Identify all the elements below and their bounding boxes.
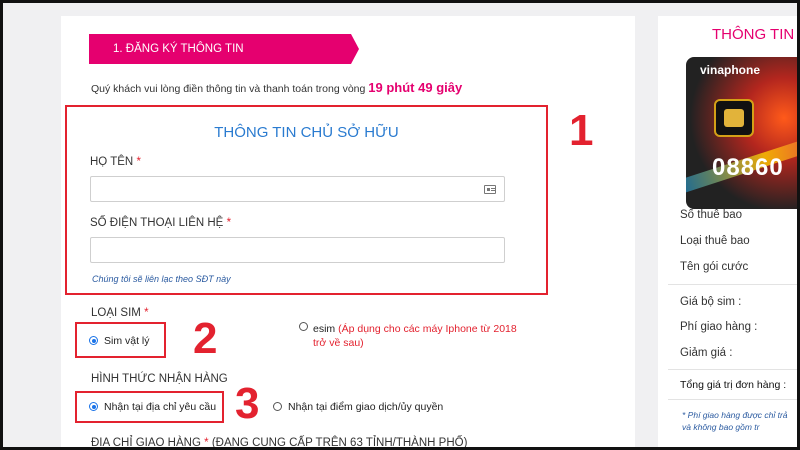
owner-info-highlight: THÔNG TIN CHỦ SỞ HỮU HỌ TÊN * SỐ ĐIỆN TH… [65,105,548,295]
sim-type-label: LOẠI SIM * [91,307,149,319]
option-pickup-point-label[interactable]: Nhận tại điểm giao dịch/ủy quyền [288,401,443,413]
row-subscriber-number: Số thuê bao [680,209,743,221]
screenshot-frame: 1. ĐĂNG KÝ THÔNG TIN Quý khách vui lòng … [0,0,800,450]
step-header: 1. ĐĂNG KÝ THÔNG TIN [89,34,359,64]
row-sim-price: Giá bộ sim : [680,296,742,308]
annotation-number-3: 3 [235,379,260,428]
registration-panel: 1. ĐĂNG KÝ THÔNG TIN Quý khách vui lòng … [61,16,635,449]
order-summary-panel: THÔNG TIN ĐƠ vinaphone 08860 Số thuê bao… [658,16,797,447]
shipping-note-line2: và không bao gồm tr [682,422,760,432]
radio-pickup-point[interactable] [273,402,282,411]
sim-number: 08860 [712,154,784,181]
row-plan-name: Tên gói cước [680,261,749,273]
row-subscriber-type: Loại thuê bao [680,235,750,247]
row-discount: Giảm giá : [680,347,733,359]
name-label: HỌ TÊN * [90,156,141,168]
shipping-note-line1: * Phí giao hàng được chỉ trả [682,410,788,420]
contact-card-icon [484,185,496,194]
annotation-number-2: 2 [193,314,218,363]
divider [668,399,797,400]
option-physical-sim-label[interactable]: Sim vật lý [104,335,150,347]
address-label: ĐỊA CHỈ GIAO HÀNG * (ĐANG CUNG CẤP TRÊN … [91,437,468,449]
name-input[interactable] [90,176,505,202]
notice-text: Quý khách vui lòng điền thông tin và tha… [91,83,366,95]
countdown-timer: 19 phút 49 giây [368,80,463,95]
countdown-notice: Quý khách vui lòng điền thông tin và tha… [91,80,462,95]
order-summary-title: THÔNG TIN ĐƠ [712,26,797,43]
sim-card-image: vinaphone 08860 [686,57,797,209]
option-deliver-address-label[interactable]: Nhận tại địa chỉ yêu cầu [104,401,216,413]
phone-input[interactable] [90,237,505,263]
divider [668,284,797,285]
annotation-number-1: 1 [569,106,594,155]
sim-brand-logo: vinaphone [700,63,761,77]
radio-deliver-address[interactable] [89,402,98,411]
option-esim-note: trở về sau) [313,337,364,349]
row-shipping-fee: Phí giao hàng : [680,321,758,333]
row-order-total: Tổng giá trị đơn hàng : [680,379,787,391]
divider [668,369,797,370]
option-esim[interactable]: esim (Áp dụng cho các máy Iphone từ 2018 [313,323,517,335]
owner-info-title: THÔNG TIN CHỦ SỞ HỮU [214,124,399,141]
phone-hint: Chúng tôi sẽ liên lạc theo SĐT này [92,274,231,284]
phone-label: SỐ ĐIỆN THOẠI LIÊN HỆ * [90,217,232,229]
sim-chip-icon [714,99,754,137]
radio-esim[interactable] [299,322,308,331]
radio-physical-sim[interactable] [89,336,98,345]
delivery-label: HÌNH THỨC NHẬN HÀNG [91,373,228,385]
